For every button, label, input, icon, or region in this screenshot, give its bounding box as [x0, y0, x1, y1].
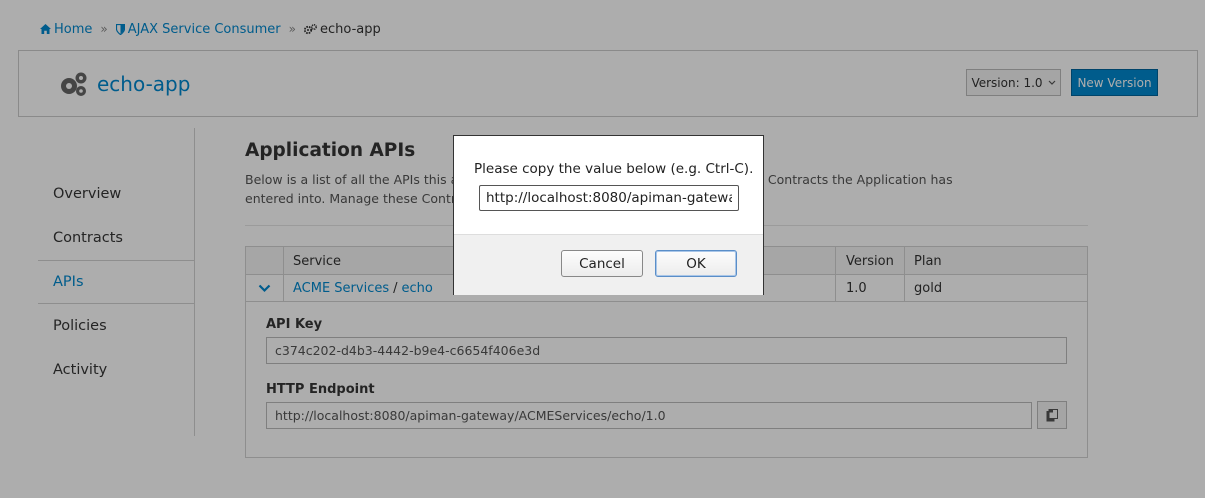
ok-button[interactable]: OK: [655, 250, 737, 277]
copy-value-dialog: Please copy the value below (e.g. Ctrl-C…: [453, 135, 764, 295]
dialog-message: Please copy the value below (e.g. Ctrl-C…: [474, 161, 754, 177]
copy-value-input[interactable]: [479, 185, 739, 211]
cancel-button[interactable]: Cancel: [561, 250, 643, 277]
dialog-footer: Cancel OK: [454, 234, 763, 295]
